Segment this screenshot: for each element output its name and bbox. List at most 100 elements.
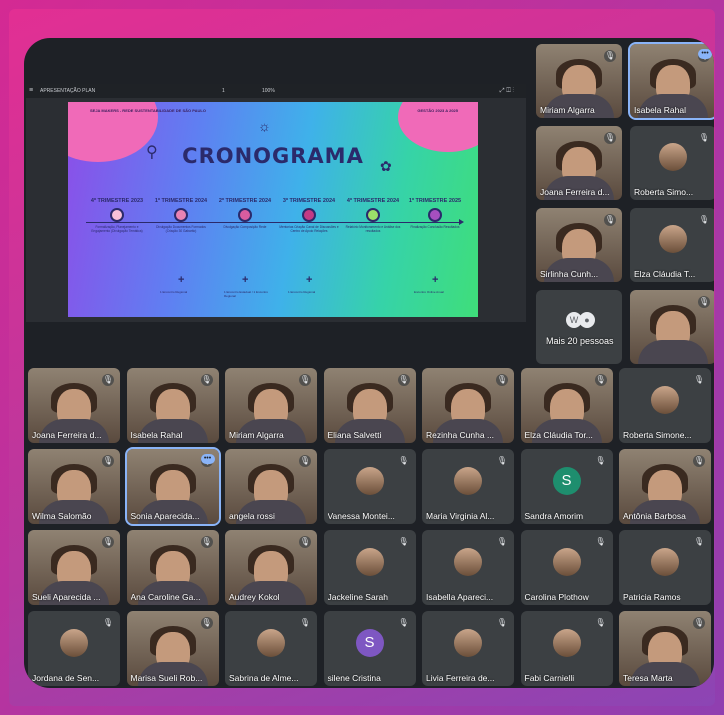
mic-off-icon: 🎙︎ [200, 374, 213, 386]
participant-name: Roberta Simo... [634, 187, 694, 197]
avatar [659, 225, 687, 253]
participant-name: Miriam Algarra [229, 430, 284, 440]
participant-tile[interactable]: 🎙︎ Joana Ferreira d... [536, 126, 622, 200]
avatar [651, 547, 679, 576]
participant-tile[interactable]: 🎙︎ Elza Cláudia T... [630, 208, 714, 282]
participant-name: Sueli Aparecida ... [32, 592, 101, 602]
participant-tile[interactable]: 🎙︎ Carolina Plothow [520, 530, 613, 605]
participant-tile[interactable]: 🎙︎•••Isabela Rahal [628, 42, 714, 120]
participant-name: Rezinha Cunha ... [426, 430, 495, 440]
participant-tile[interactable]: 🎙︎ Miriam Algarra [536, 44, 622, 118]
step-dot [238, 208, 252, 222]
participant-tile[interactable]: 🎙︎ Rezinha Cunha ... [422, 368, 514, 443]
mic-off-icon: 🎙︎ [398, 537, 409, 546]
participant-tile[interactable]: 🎙︎ [630, 290, 714, 364]
step-label: 3º TRIMESTRE 2024 [282, 198, 336, 204]
participant-name: Fabi Carnielli [524, 673, 575, 683]
step-label: 2º TRIMESTRE 2024 [218, 198, 272, 204]
participant-tile[interactable]: 🎙︎ Marisa Sueli Rob... [126, 611, 219, 686]
menu-icon[interactable]: ≡ [29, 84, 33, 98]
step-dot [110, 208, 124, 222]
slide-title: CRONOGRAMA [182, 144, 364, 168]
step-dot [174, 208, 188, 222]
participant-tile[interactable]: 🎙︎ Livia Ferreira de... [422, 611, 514, 686]
participant-tile[interactable]: 🎙︎ Ana Caroline Ga... [126, 530, 219, 605]
mic-off-icon: 🎙︎ [604, 214, 616, 226]
participant-name: Sabrina de Alme... [229, 673, 299, 683]
timeline-step: 1º TRIMESTRE 2025 Finalização Conclusão R… [404, 198, 466, 229]
step-label: 4º TRIMESTRE 2024 [346, 198, 400, 204]
participant-tile[interactable]: 🎙︎•••Sonia Aparecida... [124, 447, 221, 526]
participant-video [638, 340, 708, 364]
mic-off-icon: 🎙︎ [102, 455, 114, 467]
participant-tile[interactable]: 🎙︎ angela rossi [225, 449, 317, 524]
slide-top-left: SEJA MAKERS - REDE SUSTENTABILIDADE DE S… [90, 108, 206, 113]
participant-name: Jordana de Sen... [32, 673, 100, 683]
participant-tile[interactable]: 🎙︎ Antônia Barbosa [619, 449, 711, 524]
zoom-level[interactable]: 100% [262, 84, 275, 98]
participant-tile[interactable]: 🎙︎ Sirlinha Cunh... [536, 208, 622, 282]
mic-off-icon: 🎙︎ [604, 50, 616, 62]
participant-name: Sonia Aparecida... [130, 511, 200, 521]
participant-name: Jackeline Sarah [327, 592, 388, 602]
participant-tile[interactable]: 🎙︎ Miriam Algarra [225, 368, 317, 443]
avatar [454, 466, 482, 495]
participant-tile[interactable]: S 🎙︎ silene Cristina [323, 611, 416, 686]
mic-off-icon: 🎙︎ [398, 618, 409, 627]
shared-presentation[interactable]: ≡ APRESENTAÇÃO PLAN 1 100% ⤢ ◫ ⋮ SEJA MA… [26, 84, 526, 322]
step-description: Mentorias Criação Canal de Discussões e … [279, 225, 339, 233]
participant-tile[interactable]: 🎙︎ Sueli Aparecida ... [28, 530, 120, 605]
participant-tile[interactable]: 🎙︎ Roberta Simone... [619, 368, 711, 443]
timeline-step: 3º TRIMESTRE 2024 Mentorias Criação Canal… [278, 198, 340, 233]
mic-off-icon: 🎙︎ [200, 617, 213, 629]
slide: SEJA MAKERS - REDE SUSTENTABILIDADE DE S… [68, 102, 478, 317]
more-participants-tile[interactable]: W ● Mais 20 pessoas [536, 290, 622, 364]
participant-tile[interactable]: 🎙︎ Teresa Marta [619, 611, 711, 686]
lightbulb-icon: ☼ [258, 118, 271, 134]
participant-tile[interactable]: 🎙︎ Isabella Apareci... [422, 530, 514, 605]
mic-off-icon: 🎙︎ [397, 374, 410, 386]
mic-off-icon: 🎙︎ [604, 132, 616, 144]
mic-off-icon: 🎙︎ [595, 618, 606, 627]
timeline-step: 1º TRIMESTRE 2024 Divulgação Documentos F… [150, 198, 212, 233]
mic-off-icon: 🎙︎ [299, 618, 311, 627]
toolbar-tools[interactable]: ⤢ ◫ ⋮ [500, 84, 514, 98]
step-description: Finalização Conclusão Resultados [410, 225, 460, 229]
timeline-step: 4º TRIMESTRE 2023 Formalização, Planejame… [86, 198, 148, 233]
mic-off-icon: 🎙︎ [496, 618, 508, 627]
participant-tile[interactable]: 🎙︎ Sabrina de Alme... [225, 611, 317, 686]
participant-tile[interactable]: 🎙︎ Maria Virginia Al... [422, 449, 514, 524]
step-dot [366, 208, 380, 222]
participant-tile[interactable]: 🎙︎ Wilma Salomão [28, 449, 120, 524]
participant-tile[interactable]: 🎙︎ Jackeline Sarah [323, 530, 416, 605]
mic-off-icon: 🎙︎ [102, 618, 114, 627]
mic-off-icon: 🎙︎ [496, 456, 508, 465]
timeline-step: 4º TRIMESTRE 2024 Relatório Monitoramento… [342, 198, 404, 233]
participant-tile[interactable]: 🎙︎ Joana Ferreira d... [28, 368, 120, 443]
participant-tile[interactable]: 🎙︎ Patricia Ramos [619, 530, 711, 605]
participant-tile[interactable]: S 🎙︎ Sandra Amorim [520, 449, 613, 524]
participant-tile[interactable]: 🎙︎ Elza Cláudia Tor... [520, 368, 613, 443]
participant-name: Elza Cláudia T... [634, 269, 696, 279]
mic-off-icon: 🎙︎ [496, 537, 508, 546]
mic-off-icon: 🎙︎ [693, 455, 705, 467]
avatar [454, 628, 482, 657]
step-event: 1 Encontro Regional [288, 290, 316, 294]
participant-tile[interactable]: 🎙︎ Vanessa Montei... [323, 449, 416, 524]
plus-icon: + [242, 274, 249, 286]
participant-tile[interactable]: 🎙︎ Isabela Rahal [126, 368, 219, 443]
avatar: S [552, 466, 581, 495]
participant-name: Mais 20 pessoas [546, 336, 614, 346]
participant-tile[interactable]: 🎙︎ Jordana de Sen... [28, 611, 120, 686]
step-description: Formalização, Planejamento e Engajamento… [91, 225, 143, 233]
participant-tile[interactable]: 🎙︎ Audrey Kokol [225, 530, 317, 605]
participant-tile[interactable]: 🎙︎ Fabi Carnielli [520, 611, 613, 686]
mic-off-icon: 🎙︎ [299, 536, 311, 548]
mic-off-icon: 🎙︎ [594, 374, 607, 386]
participant-tile[interactable]: 🎙︎ Roberta Simo... [630, 126, 714, 200]
step-dot [302, 208, 316, 222]
participant-name: Roberta Simone... [623, 430, 692, 440]
participant-tile[interactable]: 🎙︎ Eliana Salvetti [323, 368, 416, 443]
mic-off-icon: 🎙︎ [200, 536, 213, 548]
participant-name: angela rossi [229, 511, 275, 521]
